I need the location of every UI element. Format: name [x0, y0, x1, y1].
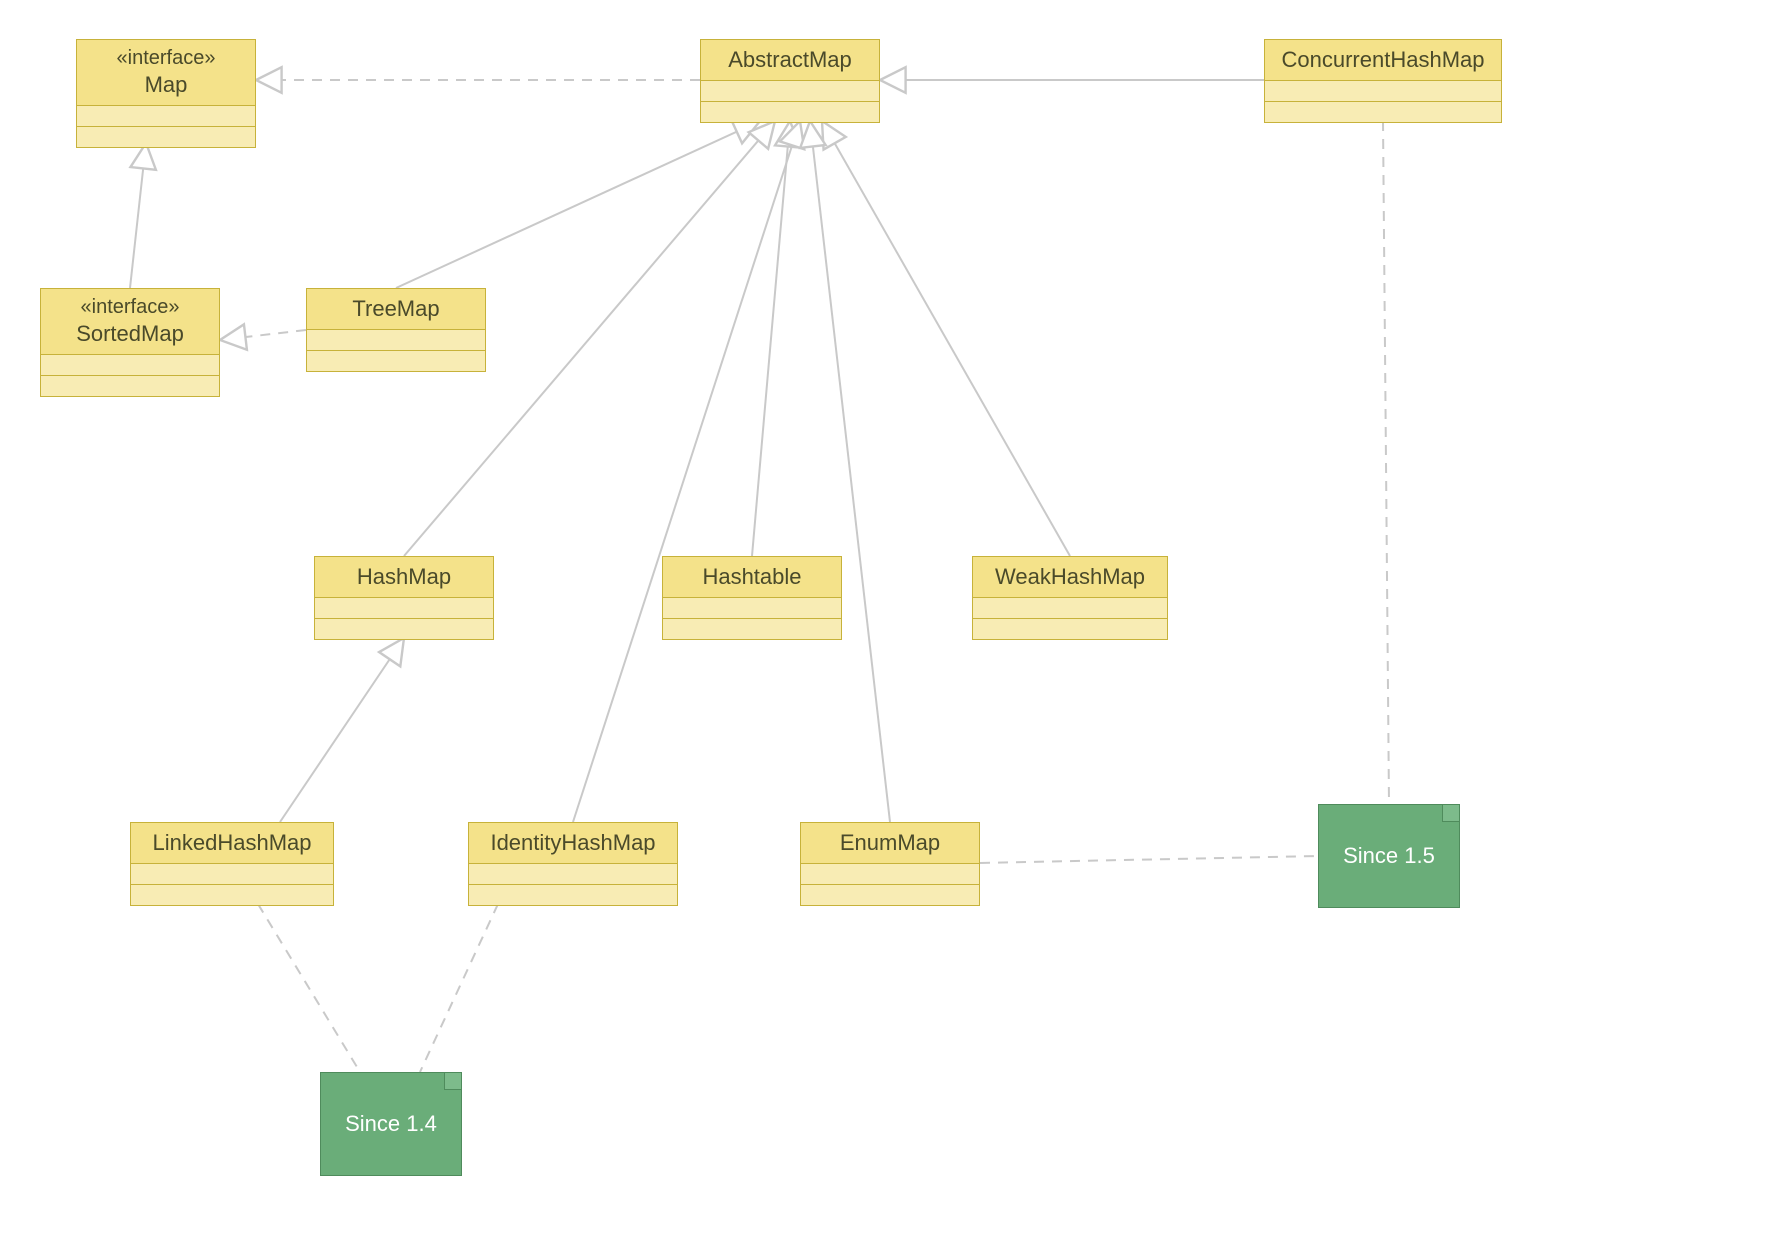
- class-title: «interface» Map: [77, 40, 255, 106]
- attributes-slot: [973, 598, 1167, 619]
- attributes-slot: [41, 355, 219, 376]
- class-title: EnumMap: [801, 823, 979, 864]
- attributes-slot: [663, 598, 841, 619]
- class-name-label: WeakHashMap: [995, 564, 1145, 589]
- class-name-label: Map: [145, 72, 188, 97]
- note-text: Since 1.4: [345, 1111, 437, 1137]
- attributes-slot: [701, 81, 879, 102]
- connector-generalization: [573, 121, 800, 822]
- class-title: LinkedHashMap: [131, 823, 333, 864]
- attributes-slot: [1265, 81, 1501, 102]
- operations-slot: [77, 127, 255, 147]
- operations-slot: [801, 885, 979, 905]
- connector-note: [420, 904, 498, 1072]
- note-fold-icon: [1442, 805, 1459, 822]
- operations-slot: [41, 376, 219, 396]
- class-linked-hash-map: LinkedHashMap: [130, 822, 334, 906]
- stereotype-label: «interface»: [51, 295, 209, 320]
- class-title: IdentityHashMap: [469, 823, 677, 864]
- class-enum-map: EnumMap: [800, 822, 980, 906]
- operations-slot: [701, 102, 879, 122]
- operations-slot: [973, 619, 1167, 639]
- class-title: WeakHashMap: [973, 557, 1167, 598]
- attributes-slot: [801, 864, 979, 885]
- note-text: Since 1.5: [1343, 843, 1435, 869]
- class-name-label: ConcurrentHashMap: [1282, 47, 1485, 72]
- stereotype-label: «interface»: [87, 46, 245, 71]
- class-identity-hash-map: IdentityHashMap: [468, 822, 678, 906]
- class-hash-map: HashMap: [314, 556, 494, 640]
- class-title: «interface» SortedMap: [41, 289, 219, 355]
- class-name-label: AbstractMap: [728, 47, 852, 72]
- class-map: «interface» Map: [76, 39, 256, 148]
- class-name-label: Hashtable: [702, 564, 801, 589]
- class-hashtable: Hashtable: [662, 556, 842, 640]
- connector-generalization: [396, 121, 760, 288]
- class-title: AbstractMap: [701, 40, 879, 81]
- operations-slot: [307, 351, 485, 371]
- class-abstract-map: AbstractMap: [700, 39, 880, 123]
- connectors-layer: [0, 0, 1782, 1248]
- class-tree-map: TreeMap: [306, 288, 486, 372]
- class-weak-hash-map: WeakHashMap: [972, 556, 1168, 640]
- operations-slot: [315, 619, 493, 639]
- connector-note: [980, 856, 1318, 863]
- connector-generalization: [752, 121, 790, 556]
- class-name-label: TreeMap: [352, 296, 439, 321]
- attributes-slot: [77, 106, 255, 127]
- operations-slot: [663, 619, 841, 639]
- operations-slot: [1265, 102, 1501, 122]
- class-title: Hashtable: [663, 557, 841, 598]
- class-name-label: LinkedHashMap: [153, 830, 312, 855]
- connector-generalization: [822, 121, 1070, 556]
- connector-realization: [220, 330, 306, 340]
- class-sorted-map: «interface» SortedMap: [40, 288, 220, 397]
- note-since-1-4: Since 1.4: [320, 1072, 462, 1176]
- attributes-slot: [307, 330, 485, 351]
- class-concurrent-hash-map: ConcurrentHashMap: [1264, 39, 1502, 123]
- class-name-label: SortedMap: [76, 321, 184, 346]
- class-title: HashMap: [315, 557, 493, 598]
- connector-note: [1383, 121, 1389, 804]
- connector-generalization: [130, 143, 146, 288]
- note-since-1-5: Since 1.5: [1318, 804, 1460, 908]
- attributes-slot: [469, 864, 677, 885]
- attributes-slot: [315, 598, 493, 619]
- connector-generalization: [280, 638, 404, 822]
- class-name-label: HashMap: [357, 564, 451, 589]
- note-fold-icon: [444, 1073, 461, 1090]
- operations-slot: [131, 885, 333, 905]
- class-title: ConcurrentHashMap: [1265, 40, 1501, 81]
- class-title: TreeMap: [307, 289, 485, 330]
- operations-slot: [469, 885, 677, 905]
- class-name-label: EnumMap: [840, 830, 940, 855]
- connector-note: [258, 904, 360, 1072]
- attributes-slot: [131, 864, 333, 885]
- class-name-label: IdentityHashMap: [490, 830, 655, 855]
- connector-generalization: [810, 121, 890, 822]
